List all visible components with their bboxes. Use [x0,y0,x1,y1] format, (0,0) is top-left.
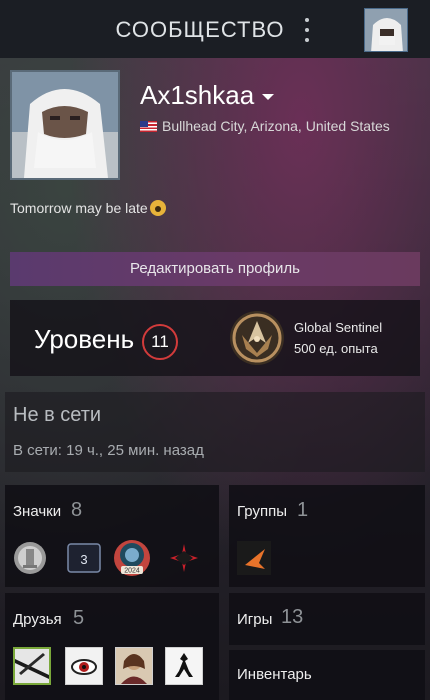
chevron-down-icon[interactable] [262,94,275,101]
surprised-emoji-icon [149,200,166,216]
level-value: 11 [142,324,178,360]
user-avatar-button[interactable] [364,8,408,52]
edit-profile-button[interactable]: Редактировать профиль [10,252,420,286]
badges-label: Значки [13,503,62,520]
us-flag-icon [140,120,157,132]
profile-summary: Tomorrow may be late [10,200,166,216]
pillar-badge-icon[interactable] [13,541,47,575]
level-3-badge-icon[interactable]: 3 [67,541,101,575]
group-avatar-icon[interactable] [237,541,271,575]
badges-count: 8 [71,499,83,521]
global-sentinel-badge-icon [228,309,286,367]
last-online: В сети: 19 ч., 25 мин. назад [13,442,204,459]
friend-avatar[interactable] [65,647,103,685]
location-text: Bullhead City, Arizona, United States [162,118,390,134]
online-status-panel: Не в сети В сети: 19 ч., 25 мин. назад [5,392,425,472]
level-label: Уровень [34,324,135,354]
hitman-badge-icon[interactable] [167,541,201,575]
games-count: 13 [281,606,304,628]
page-title: СООБЩЕСТВО [115,17,285,42]
level-3-badge-text: 3 [80,552,87,567]
inventory-panel[interactable]: Инвентарь [229,650,425,700]
friends-label: Друзья [13,611,62,628]
steam-2024-badge-icon[interactable]: 2024 [113,539,151,577]
badge-name: Global Sentinel [294,320,383,335]
status-title: Не в сети [13,404,102,426]
location: Bullhead City, Arizona, United States [140,118,390,134]
steam-badge-year: 2024 [124,568,140,575]
friends-count: 5 [73,607,85,629]
friend-avatar[interactable] [115,647,153,685]
groups-label: Группы [237,503,287,520]
games-label: Игры [237,611,273,628]
more-menu-icon[interactable] [300,18,314,42]
inventory-label: Инвентарь [237,666,312,683]
groups-count: 1 [297,499,309,521]
badges-panel[interactable]: Значки 8 3 2024 [5,485,219,587]
persona-name[interactable]: Ax1shkaa [140,80,275,111]
persona-name-text: Ax1shkaa [140,80,255,110]
badge-xp: 500 ед. опыта [294,341,378,356]
friend-avatar[interactable] [165,647,203,685]
games-panel[interactable]: Игры 13 [229,593,425,645]
level-panel[interactable]: Уровень 11 Global Sentinel 500 ед. опыта [10,300,420,376]
friends-panel[interactable]: Друзья 5 [5,593,219,700]
profile-avatar [10,70,120,180]
top-bar: СООБЩЕСТВО [0,0,430,58]
summary-text: Tomorrow may be late [10,200,148,216]
groups-panel[interactable]: Группы 1 [229,485,425,587]
friend-avatar[interactable] [13,647,51,685]
